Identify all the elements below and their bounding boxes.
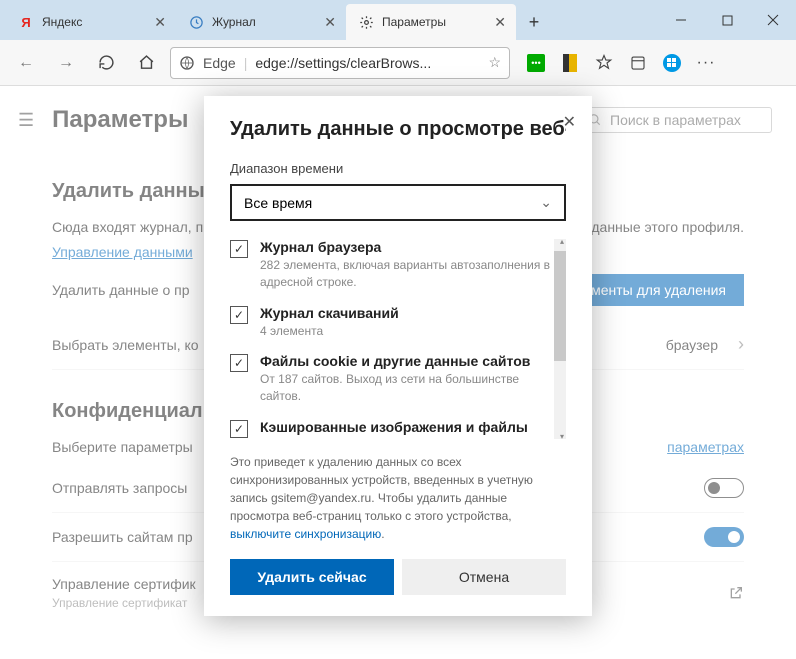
- tab-close-icon[interactable]: ✕: [154, 14, 166, 31]
- extension-1[interactable]: •••: [520, 47, 552, 79]
- clear-data-dialog: ✕ Удалить данные о просмотре веб-стран Д…: [204, 96, 592, 616]
- options-list: ✓ Журнал браузера 282 элемента, включая …: [230, 239, 566, 439]
- checkbox-icon[interactable]: ✓: [230, 420, 248, 438]
- yandex-icon: Я: [18, 14, 34, 30]
- tab-settings[interactable]: Параметры ✕: [346, 4, 516, 40]
- window-titlebar: Я Яндекс ✕ Журнал ✕ Параметры ✕ +: [0, 0, 796, 40]
- chevron-down-icon: ⌄: [540, 194, 552, 211]
- time-range-label: Диапазон времени: [230, 161, 566, 176]
- edge-icon: [179, 55, 195, 71]
- sync-warning: Это приведет к удалению данных со всех с…: [230, 453, 566, 543]
- toolbar-extensions: ••• ···: [520, 47, 722, 79]
- checkbox-icon[interactable]: ✓: [230, 306, 248, 324]
- tab-close-icon[interactable]: ✕: [494, 14, 506, 31]
- favorites-button[interactable]: [588, 47, 620, 79]
- windows-icon[interactable]: [656, 47, 688, 79]
- dialog-buttons: Удалить сейчас Отмена: [230, 559, 566, 595]
- dialog-title: Удалить данные о просмотре веб-стран: [230, 118, 566, 141]
- tab-close-icon[interactable]: ✕: [324, 14, 336, 31]
- time-range-select[interactable]: Все время ⌄: [230, 184, 566, 221]
- forward-button[interactable]: →: [48, 47, 84, 79]
- separator: |: [244, 55, 248, 71]
- close-dialog-button[interactable]: ✕: [563, 112, 576, 132]
- home-button[interactable]: [128, 47, 164, 79]
- address-prefix: Edge: [203, 55, 236, 71]
- back-button[interactable]: ←: [8, 47, 44, 79]
- checkbox-icon[interactable]: ✓: [230, 240, 248, 258]
- option-cache[interactable]: ✓ Кэшированные изображения и файлы Освоб…: [230, 419, 552, 439]
- favorite-star-icon[interactable]: ☆: [488, 54, 501, 71]
- tab-history[interactable]: Журнал ✕: [176, 4, 346, 40]
- option-download-history[interactable]: ✓ Журнал скачиваний 4 элемента: [230, 305, 552, 340]
- option-cookies[interactable]: ✓ Файлы cookie и другие данные сайтов От…: [230, 353, 552, 405]
- maximize-button[interactable]: [704, 0, 750, 40]
- refresh-button[interactable]: [88, 47, 124, 79]
- address-url: edge://settings/clearBrows...: [255, 55, 431, 71]
- tab-label: Параметры: [382, 15, 446, 29]
- tab-yandex[interactable]: Я Яндекс ✕: [6, 4, 176, 40]
- gear-icon: [358, 14, 374, 30]
- disable-sync-link[interactable]: выключите синхронизацию: [230, 527, 381, 541]
- tab-strip: Я Яндекс ✕ Журнал ✕ Параметры ✕ +: [0, 0, 658, 40]
- cancel-button[interactable]: Отмена: [402, 559, 566, 595]
- options-scrollbar[interactable]: ▴ ▾: [554, 239, 566, 439]
- browser-toolbar: ← → Edge | edge://settings/clearBrows...…: [0, 40, 796, 86]
- tab-label: Журнал: [212, 15, 256, 29]
- close-window-button[interactable]: [750, 0, 796, 40]
- new-tab-button[interactable]: +: [516, 4, 552, 40]
- collections-button[interactable]: [622, 47, 654, 79]
- checkbox-icon[interactable]: ✓: [230, 354, 248, 372]
- time-range-value: Все время: [244, 195, 312, 211]
- clear-now-button[interactable]: Удалить сейчас: [230, 559, 394, 595]
- option-browsing-history[interactable]: ✓ Журнал браузера 282 элемента, включая …: [230, 239, 552, 291]
- minimize-button[interactable]: [658, 0, 704, 40]
- window-controls: [658, 0, 796, 40]
- tab-label: Яндекс: [42, 15, 82, 29]
- history-icon: [188, 14, 204, 30]
- extension-2[interactable]: [554, 47, 586, 79]
- address-bar[interactable]: Edge | edge://settings/clearBrows... ☆: [170, 47, 510, 79]
- menu-button[interactable]: ···: [690, 47, 722, 79]
